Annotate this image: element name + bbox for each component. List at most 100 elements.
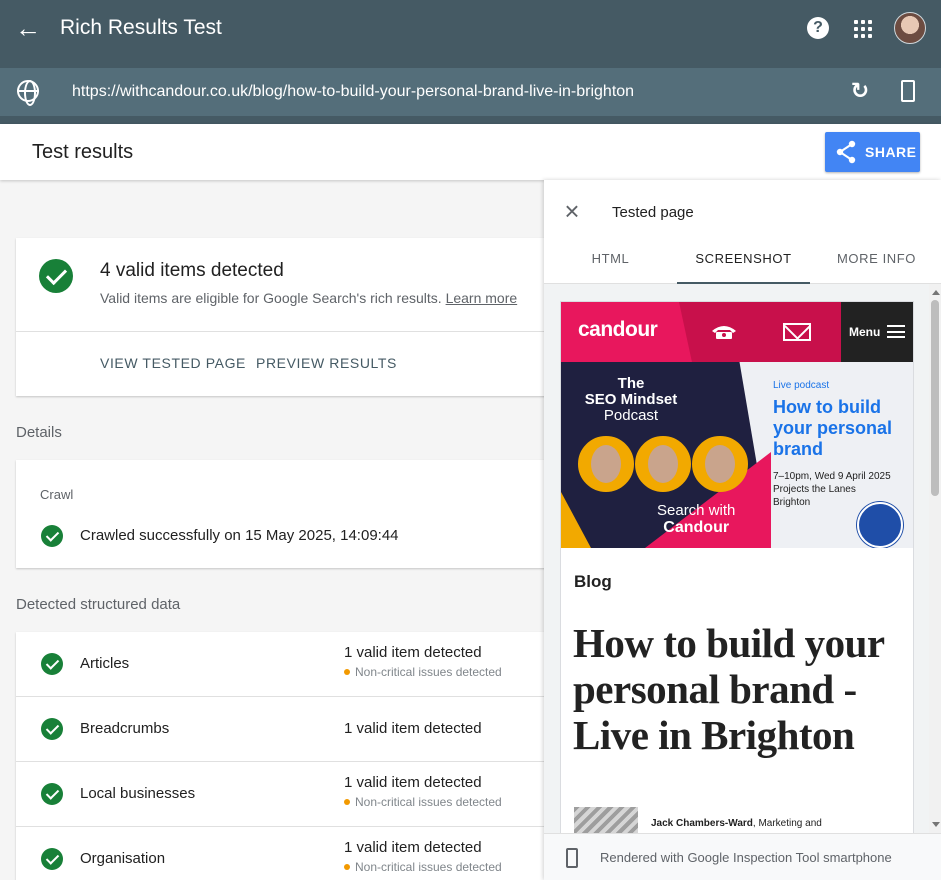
tested-url[interactable]: https://withcandour.co.uk/blog/how-to-bu… xyxy=(72,83,634,101)
podcast-title-line: The xyxy=(617,375,645,392)
structured-data-heading: Detected structured data xyxy=(16,596,181,613)
crawl-status: Crawled successfully on 15 May 2025, 14:… xyxy=(80,527,399,544)
valid-check-icon xyxy=(41,525,63,547)
list-item[interactable]: Organisation 1 valid item detected Non-c… xyxy=(16,827,556,880)
header-accent xyxy=(679,302,841,362)
scroll-up-icon[interactable] xyxy=(932,290,940,295)
tab-html[interactable]: HTML xyxy=(544,240,677,284)
host-photo xyxy=(635,436,691,492)
site-menu: Menu xyxy=(841,302,913,362)
help-icon[interactable]: ? xyxy=(807,17,829,39)
list-item[interactable]: Articles 1 valid item detected Non-criti… xyxy=(16,632,556,697)
podcast-headline: How to build your personal brand xyxy=(773,397,893,459)
blog-label: Blog xyxy=(574,572,612,591)
search-with-candour: Search with Candour xyxy=(657,502,735,536)
note-text: Non-critical issues detected xyxy=(355,795,502,809)
screenshot-viewport[interactable]: candour Menu The SEO Mindset Podcast Sea… xyxy=(544,284,941,833)
tab-more-info[interactable]: MORE INFO xyxy=(810,240,941,284)
podcast-title-line: Podcast xyxy=(603,407,659,424)
valid-check-icon xyxy=(41,718,63,740)
event-venue: Projects the Lanes xyxy=(773,484,856,495)
item-status: 1 valid item detected xyxy=(344,774,482,791)
event-details: 7–10pm, Wed 9 April 2025 Projects the La… xyxy=(773,470,913,509)
summary-description: Valid items are eligible for Google Sear… xyxy=(100,290,442,306)
site-header: candour Menu xyxy=(561,302,913,362)
note-text: Non-critical issues detected xyxy=(355,860,502,874)
panel-title: Tested page xyxy=(612,204,694,221)
item-note: Non-critical issues detected xyxy=(344,860,502,874)
item-note: Non-critical issues detected xyxy=(344,795,502,809)
host-photo xyxy=(692,436,748,492)
share-label: SHARE xyxy=(865,144,917,160)
mail-icon xyxy=(783,323,811,341)
tab-screenshot[interactable]: SCREENSHOT xyxy=(677,240,810,284)
app-title: Rich Results Test xyxy=(60,16,222,39)
apps-grid-icon[interactable] xyxy=(851,17,873,39)
phone-icon xyxy=(712,326,736,339)
valid-check-icon xyxy=(41,783,63,805)
author-name: Jack Chambers-Ward xyxy=(651,818,753,829)
podcast-title: The SEO Mindset Podcast xyxy=(561,376,701,424)
post-title: How to build your personal brand - Live … xyxy=(573,620,884,758)
list-item[interactable]: Local businesses 1 valid item detected N… xyxy=(16,762,556,827)
panel-footer: Rendered with Google Inspection Tool sma… xyxy=(544,833,941,880)
item-status: 1 valid item detected xyxy=(344,720,482,737)
page-title: Test results xyxy=(32,141,134,163)
note-text: Non-critical issues detected xyxy=(355,665,502,679)
valid-check-icon xyxy=(39,259,73,293)
host-photo xyxy=(578,436,634,492)
scroll-down-icon[interactable] xyxy=(932,822,940,827)
crawl-card[interactable]: Crawl Crawled successfully on 15 May 202… xyxy=(16,460,556,568)
share-icon xyxy=(836,140,856,164)
search-with-text: Search with xyxy=(657,502,736,519)
learn-more-link[interactable]: Learn more xyxy=(446,290,518,306)
globe-icon xyxy=(17,80,39,106)
event-time: 7–10pm, Wed 9 April 2025 xyxy=(773,471,891,482)
hamburger-icon xyxy=(887,325,905,338)
share-button[interactable]: SHARE xyxy=(825,132,920,172)
warning-dot-icon xyxy=(344,668,350,675)
podcast-title-line: SEO Mindset xyxy=(584,391,678,408)
tested-page-panel: × Tested page HTML SCREENSHOT MORE INFO … xyxy=(544,180,941,880)
live-label: Live podcast xyxy=(773,380,830,391)
scroll-thumb[interactable] xyxy=(931,300,939,496)
panel-tabs: HTML SCREENSHOT MORE INFO xyxy=(544,240,941,284)
summary-card: 4 valid items detected Valid items are e… xyxy=(16,238,556,396)
results-header: Test results SHARE xyxy=(0,124,941,180)
smartphone-icon[interactable] xyxy=(901,80,915,102)
author-line: Jack Chambers-Ward, Marketing and xyxy=(651,818,822,829)
view-tested-page-button[interactable]: VIEW TESTED PAGE xyxy=(100,355,246,371)
summary-headline: 4 valid items detected xyxy=(100,260,284,281)
reload-icon[interactable]: ↻ xyxy=(848,79,872,103)
crawl-label: Crawl xyxy=(40,487,74,502)
valid-check-icon xyxy=(41,653,63,675)
warning-dot-icon xyxy=(344,863,350,870)
screenshot-scrollbar[interactable] xyxy=(929,284,941,833)
avatar[interactable] xyxy=(894,12,926,44)
item-note: Non-critical issues detected xyxy=(344,665,502,679)
candour-logo: candour xyxy=(578,318,658,341)
preview-results-button[interactable]: PREVIEW RESULTS xyxy=(256,355,397,371)
item-name: Breadcrumbs xyxy=(80,720,170,737)
smartphone-icon xyxy=(566,848,578,868)
item-name: Organisation xyxy=(80,850,166,867)
item-status: 1 valid item detected xyxy=(344,644,482,661)
author-photo xyxy=(574,807,638,833)
summary-subtext: Valid items are eligible for Google Sear… xyxy=(100,290,517,306)
event-seal-logo xyxy=(857,502,903,548)
structured-data-list: Articles 1 valid item detected Non-criti… xyxy=(16,632,556,880)
item-name: Articles xyxy=(80,655,130,672)
valid-check-icon xyxy=(41,848,63,870)
author-role: , Marketing and xyxy=(752,818,822,829)
details-heading: Details xyxy=(16,424,62,441)
menu-label: Menu xyxy=(849,325,881,339)
candour-text: Candour xyxy=(663,519,730,536)
back-arrow-icon[interactable]: ← xyxy=(14,14,42,42)
list-item[interactable]: Breadcrumbs 1 valid item detected xyxy=(16,697,556,762)
item-status: 1 valid item detected xyxy=(344,839,482,856)
close-icon[interactable]: × xyxy=(561,198,583,224)
warning-dot-icon xyxy=(344,798,350,805)
page-screenshot: candour Menu The SEO Mindset Podcast Sea… xyxy=(560,301,914,833)
url-bar: https://withcandour.co.uk/blog/how-to-bu… xyxy=(0,68,941,116)
podcast-banner: The SEO Mindset Podcast Search with Cand… xyxy=(561,362,913,548)
